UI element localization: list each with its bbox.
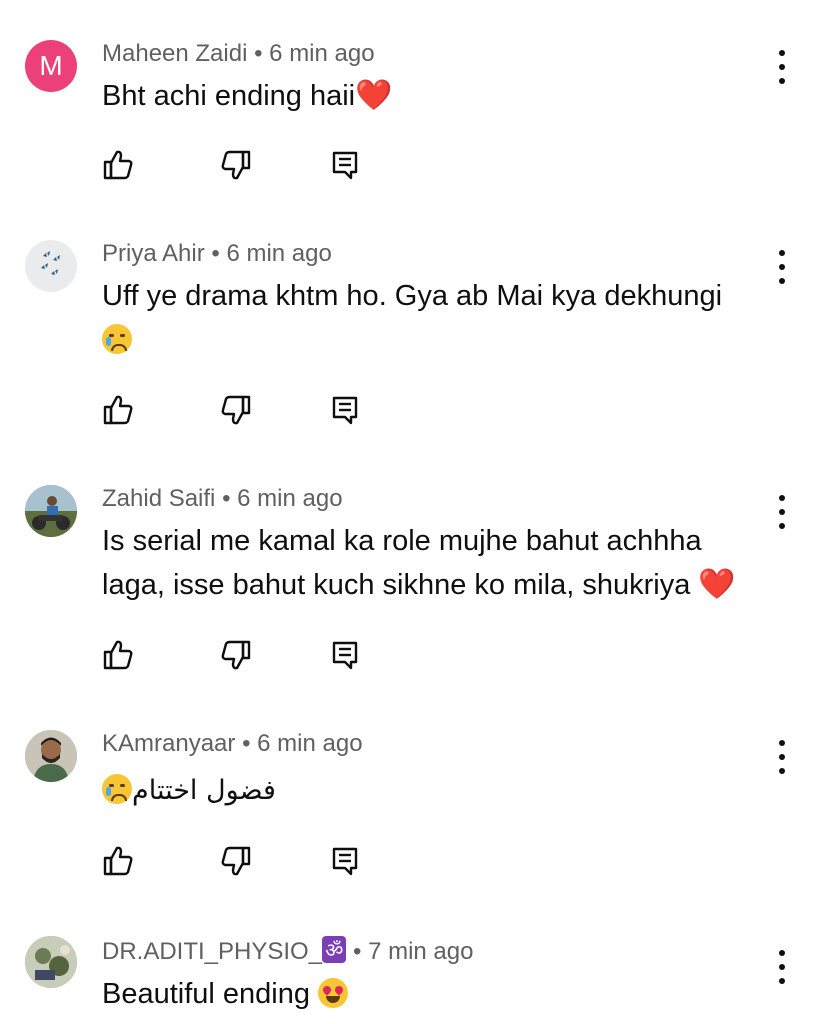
heart-emoji-icon: ❤️ [355, 78, 393, 113]
author-name[interactable]: DR.ADITI_PHYSIO_ [102, 938, 322, 965]
more-vert-icon-dot [779, 523, 785, 529]
reply-icon [332, 847, 358, 876]
dislike-button[interactable] [218, 148, 254, 182]
comment-item: M Maheen Zaidi • 6 min ago Bht achi endi… [0, 0, 832, 210]
avatar[interactable] [25, 240, 77, 292]
meta-separator: • [222, 485, 231, 512]
comment-meta: KAmranyaar • 6 min ago [102, 730, 363, 758]
more-vert-icon-dot [779, 740, 785, 746]
avatar[interactable] [25, 730, 77, 782]
reply-icon [332, 151, 358, 180]
butterflies-avatar-icon [41, 251, 60, 275]
more-options-button[interactable] [770, 495, 794, 529]
comment-meta: Priya Ahir • 6 min ago [102, 240, 332, 268]
comment-text-content: فضول اختتام [132, 775, 276, 806]
comment-meta: Maheen Zaidi • 6 min ago [102, 40, 375, 68]
thumbs-down-icon [221, 150, 251, 180]
author-name[interactable]: KAmranyaar [102, 730, 235, 757]
more-vert-icon-dot [779, 495, 785, 501]
thumbs-up-icon [103, 846, 133, 876]
like-button[interactable] [100, 148, 136, 182]
like-button[interactable] [100, 844, 136, 878]
more-vert-icon-dot [779, 278, 785, 284]
like-button[interactable] [100, 638, 136, 672]
thumbs-down-icon [221, 846, 251, 876]
thumbs-down-icon [221, 640, 251, 670]
more-vert-icon-dot [779, 950, 785, 956]
more-vert-icon-dot [779, 50, 785, 56]
comment-text-line: Is serial me kamal ka role mujhe bahut a… [102, 525, 702, 557]
comment-time: 7 min ago [368, 938, 474, 965]
more-options-button[interactable] [770, 50, 794, 84]
thumbs-up-icon [103, 150, 133, 180]
more-options-button[interactable] [770, 250, 794, 284]
heart-emoji-icon: ❤️ [698, 567, 736, 602]
meta-separator: • [352, 938, 362, 965]
more-options-button[interactable] [770, 950, 794, 984]
comment-text: 😢 فضول اختتام [102, 768, 762, 813]
author-name[interactable]: Priya Ahir [102, 240, 205, 267]
comment-text: Uff ye drama khtm ho. Gya ab Mai kya dek… [102, 274, 762, 362]
comment-meta: DR.ADITI_PHYSIO_ ॐ • 7 min ago [102, 936, 473, 966]
reply-icon [332, 396, 358, 425]
reply-button[interactable] [328, 638, 364, 672]
comment-item: Zahid Saifi • 6 min ago Is serial me kam… [0, 455, 832, 700]
more-vert-icon-dot [779, 509, 785, 515]
comment-text-line: laga, isse bahut kuch sikhne ko mila, sh… [102, 569, 691, 601]
more-vert-icon-dot [779, 768, 785, 774]
comment-text: Is serial me kamal ka role mujhe bahut a… [102, 519, 782, 607]
om-badge-icon: ॐ [322, 936, 347, 963]
comment-item: Priya Ahir • 6 min ago Uff ye drama khtm… [0, 210, 832, 455]
user-photo-icon [25, 730, 77, 782]
avatar-letter: M [39, 50, 63, 81]
more-vert-icon-dot [779, 250, 785, 256]
like-button[interactable] [100, 393, 136, 427]
user-photo-icon [25, 936, 77, 988]
reply-button[interactable] [328, 844, 364, 878]
comment-text: Beautiful ending 😍 [102, 972, 762, 1016]
dislike-button[interactable] [218, 844, 254, 878]
comment-text-content: Beautiful ending [102, 978, 310, 1010]
avatar[interactable]: M [25, 40, 77, 92]
reply-button[interactable] [328, 393, 364, 427]
author-name[interactable]: Maheen Zaidi [102, 40, 247, 67]
comment-text-content: Bht achi ending haii [102, 80, 356, 112]
comment-time: 6 min ago [257, 730, 363, 757]
avatar[interactable] [25, 936, 77, 988]
more-vert-icon-dot [779, 754, 785, 760]
meta-separator: • [254, 40, 263, 67]
author-name[interactable]: Zahid Saifi [102, 485, 215, 512]
more-vert-icon-dot [779, 264, 785, 270]
crying-face-emoji-icon: 😢 [102, 774, 132, 804]
avatar[interactable] [25, 485, 77, 537]
comment-time: 6 min ago [226, 240, 332, 267]
more-options-button[interactable] [770, 740, 794, 774]
more-vert-icon-dot [779, 978, 785, 984]
thumbs-up-icon [103, 395, 133, 425]
comment-time: 6 min ago [269, 40, 375, 67]
user-photo-icon [25, 485, 77, 537]
thumbs-down-icon [221, 395, 251, 425]
comment-text-content: Uff ye drama khtm ho. Gya ab Mai kya dek… [102, 280, 723, 312]
more-vert-icon-dot [779, 64, 785, 70]
comment-text: Bht achi ending haii❤️ [102, 74, 762, 118]
dislike-button[interactable] [218, 393, 254, 427]
reply-button[interactable] [328, 148, 364, 182]
comment-time: 6 min ago [237, 485, 343, 512]
comment-meta: Zahid Saifi • 6 min ago [102, 485, 343, 513]
more-vert-icon-dot [779, 78, 785, 84]
thumbs-up-icon [103, 640, 133, 670]
meta-separator: • [211, 240, 220, 267]
more-vert-icon-dot [779, 964, 785, 970]
crying-face-emoji-icon: 😢 [102, 324, 132, 354]
dislike-button[interactable] [218, 638, 254, 672]
heart-eyes-emoji-icon: 😍 [318, 978, 349, 1008]
comment-item: DR.ADITI_PHYSIO_ ॐ • 7 min ago Beautiful … [0, 910, 832, 1024]
reply-icon [332, 641, 358, 670]
meta-separator: • [242, 730, 251, 757]
comment-item: KAmranyaar • 6 min ago 😢 فضول اختتام [0, 700, 832, 910]
